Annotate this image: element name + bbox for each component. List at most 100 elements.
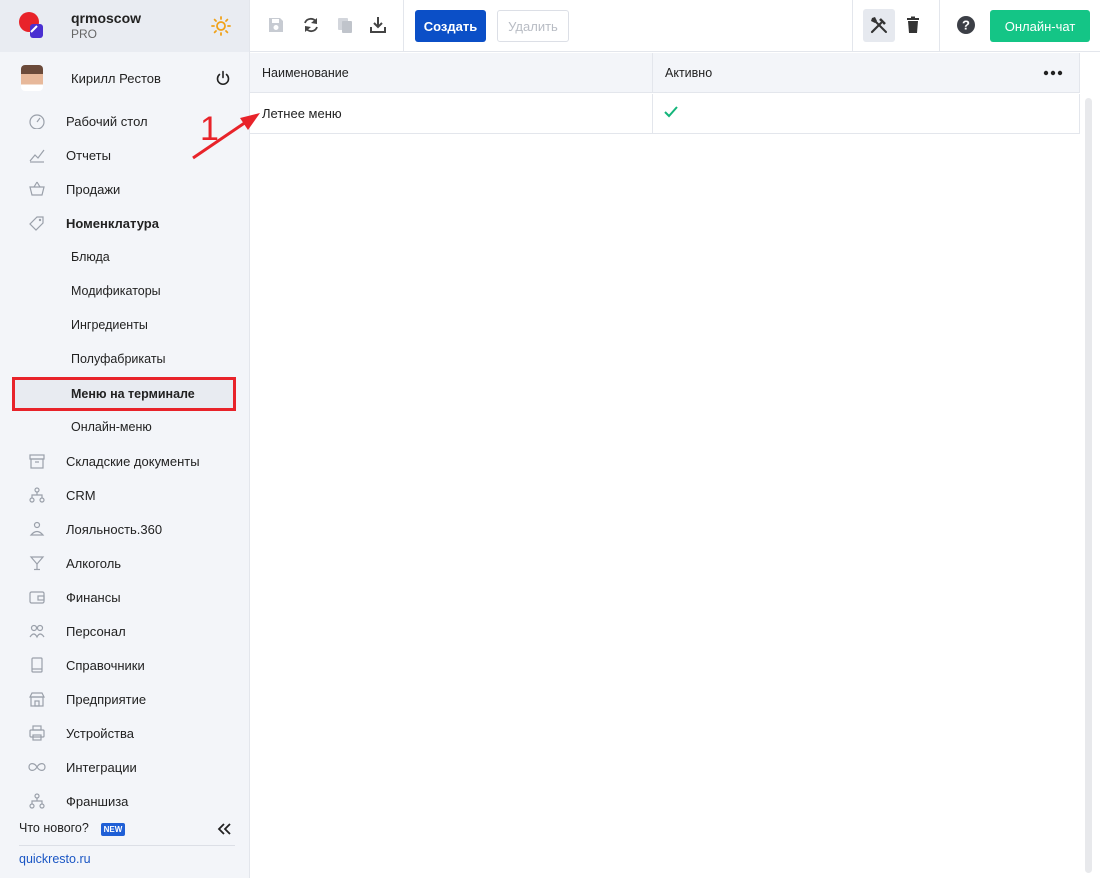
nav-item-crm[interactable]: CRM: [0, 478, 249, 512]
trash-icon[interactable]: [903, 15, 923, 35]
divider: [19, 845, 235, 846]
sub-item-ingredients[interactable]: Ингредиенты: [0, 308, 249, 342]
svg-text:?: ?: [962, 18, 970, 33]
new-badge: NEW: [101, 823, 125, 836]
column-header-name[interactable]: Наименование: [262, 66, 349, 80]
power-icon[interactable]: [215, 70, 231, 86]
collapse-sidebar-icon[interactable]: [216, 822, 232, 836]
column-divider: [1079, 53, 1080, 93]
nav-label: Предприятие: [66, 692, 147, 707]
delete-button[interactable]: Удалить: [497, 10, 569, 42]
nav-item-references[interactable]: Справочники: [0, 648, 249, 682]
nav-label: Номенклатура: [66, 216, 159, 231]
chart-icon: [29, 149, 45, 163]
nav-item-sales[interactable]: Продажи: [0, 172, 249, 206]
hierarchy-icon: [29, 793, 45, 809]
vertical-scrollbar[interactable]: [1085, 98, 1092, 873]
site-link[interactable]: quickresto.ru: [19, 852, 91, 866]
toolbar: Создать Удалить ? Онлайн-чат: [250, 0, 1100, 52]
sub-item-label: Модификаторы: [71, 284, 161, 298]
copy-icon[interactable]: [335, 15, 355, 35]
user-profile[interactable]: Кирилл Рестов: [0, 60, 249, 96]
nav-item-loyalty[interactable]: Лояльность.360: [0, 512, 249, 546]
column-divider[interactable]: [652, 53, 653, 93]
nav-item-enterprise[interactable]: Предприятие: [0, 682, 249, 716]
nav-label: Интеграции: [66, 760, 137, 775]
nav-item-franchise[interactable]: Франшиза: [0, 784, 249, 818]
quickresto-logo: [19, 12, 43, 38]
avatar: [21, 65, 43, 91]
dashboard-icon: [29, 114, 45, 129]
nav-item-devices[interactable]: Устройства: [0, 716, 249, 750]
nav-label: CRM: [66, 488, 96, 503]
printer-icon: [29, 725, 45, 741]
nav-label: Финансы: [66, 590, 121, 605]
brand-name: qrmoscow: [71, 10, 142, 26]
nav-item-nomenclature[interactable]: Номенклатура: [0, 206, 249, 240]
archive-icon: [29, 454, 45, 469]
people-icon: [29, 624, 45, 639]
store-icon: [29, 692, 45, 707]
nav-label: Устройства: [66, 726, 135, 741]
whats-new-link[interactable]: Что нового?: [19, 821, 89, 835]
tools-icon: [870, 17, 887, 34]
nav-item-staff[interactable]: Персонал: [0, 614, 249, 648]
more-options-icon[interactable]: [1042, 66, 1064, 80]
loyalty-icon: [29, 521, 45, 536]
basket-icon: [29, 181, 45, 196]
checkmark-icon: [664, 106, 678, 118]
nav-label: Отчеты: [66, 148, 111, 163]
table-header: Наименование Активно: [250, 53, 1080, 93]
sub-item-label: Блюда: [71, 250, 110, 264]
nav-label: Продажи: [66, 182, 121, 197]
table-row[interactable]: Летнее меню: [250, 94, 1080, 134]
nav-item-alcohol[interactable]: Алкоголь: [0, 546, 249, 580]
save-icon[interactable]: [266, 15, 286, 35]
nav-label: Лояльность.360: [66, 522, 163, 537]
nav-label: Складские документы: [66, 454, 200, 469]
nav-label: Рабочий стол: [66, 114, 148, 129]
column-divider: [1079, 94, 1080, 134]
wallet-icon: [29, 591, 45, 604]
tools-button[interactable]: [863, 9, 895, 42]
user-name: Кирилл Рестов: [71, 71, 161, 86]
brand-header[interactable]: qrmoscow PRO: [0, 0, 249, 52]
sun-icon[interactable]: [211, 16, 231, 36]
nav-label: Франшиза: [66, 794, 129, 809]
sub-item-semi-finished[interactable]: Полуфабрикаты: [0, 342, 249, 376]
sub-item-dishes[interactable]: Блюда: [0, 240, 249, 274]
online-chat-button[interactable]: Онлайн-чат: [990, 10, 1090, 42]
brand-plan: PRO: [71, 27, 98, 41]
nav-label: Справочники: [66, 658, 145, 673]
tag-icon: [29, 216, 44, 231]
sub-item-label: Полуфабрикаты: [71, 352, 166, 366]
book-icon: [31, 657, 43, 673]
toolbar-divider: [403, 0, 404, 52]
nav-item-integrations[interactable]: Интеграции: [0, 750, 249, 784]
refresh-icon[interactable]: [301, 15, 321, 35]
help-icon[interactable]: ?: [956, 15, 976, 35]
nav-item-dashboard[interactable]: Рабочий стол: [0, 104, 249, 138]
sub-item-terminal-menu[interactable]: Меню на терминале: [0, 376, 249, 411]
nav-label: Алкоголь: [66, 556, 122, 571]
hierarchy-icon: [29, 487, 45, 503]
column-header-active[interactable]: Активно: [665, 66, 712, 80]
nav-item-finance[interactable]: Финансы: [0, 580, 249, 614]
cell-name: Летнее меню: [262, 106, 342, 121]
sidebar: qrmoscow PRO Кирилл Рестов Рабочий стол …: [0, 0, 250, 878]
toolbar-divider: [852, 0, 853, 52]
sub-item-online-menu[interactable]: Онлайн-меню: [0, 410, 249, 444]
sub-item-label: Меню на терминале: [71, 387, 195, 401]
column-divider: [652, 94, 653, 134]
nav-label: Персонал: [66, 624, 126, 639]
data-table: Наименование Активно Летнее меню: [250, 53, 1100, 878]
create-button[interactable]: Создать: [415, 10, 486, 42]
sub-item-modifiers[interactable]: Модификаторы: [0, 274, 249, 308]
nav-item-warehouse[interactable]: Складские документы: [0, 444, 249, 478]
download-icon[interactable]: [368, 15, 388, 35]
toolbar-divider: [939, 0, 940, 52]
sub-item-label: Ингредиенты: [71, 318, 148, 332]
sub-item-label: Онлайн-меню: [71, 420, 152, 434]
nav-item-reports[interactable]: Отчеты: [0, 138, 249, 172]
infinity-icon: [28, 763, 46, 771]
